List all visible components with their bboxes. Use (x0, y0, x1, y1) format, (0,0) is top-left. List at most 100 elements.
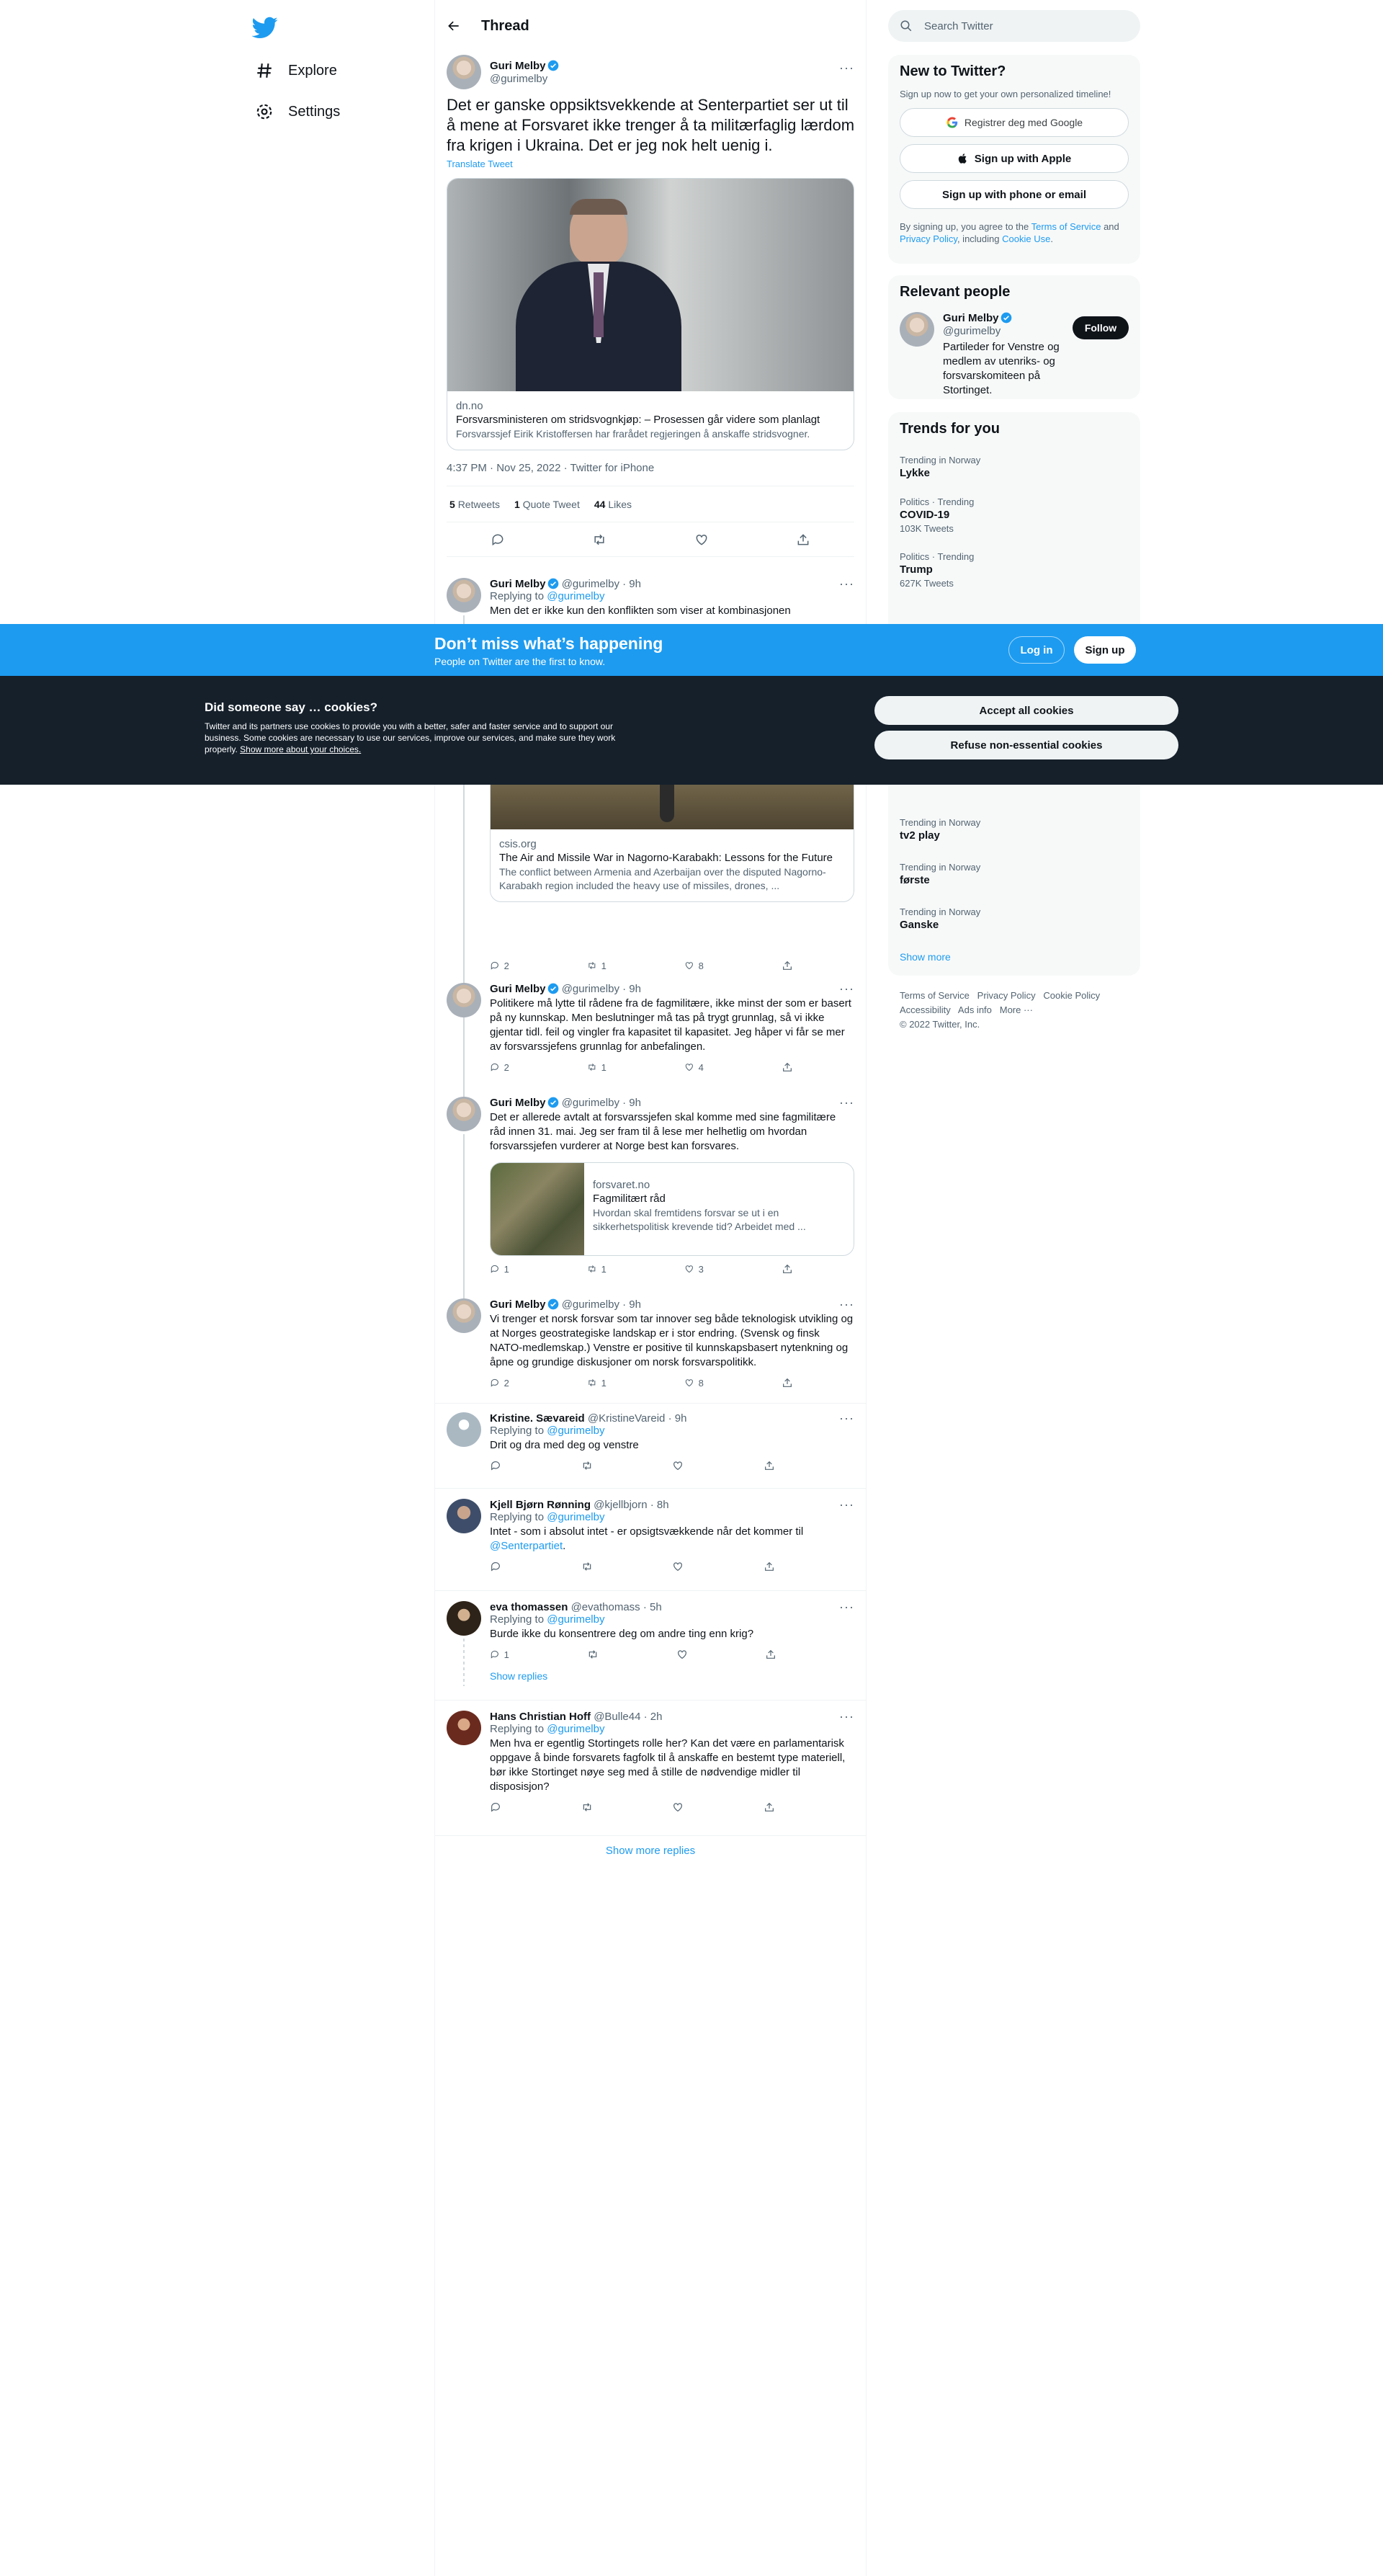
author-handle[interactable]: @KristineVareid (588, 1412, 666, 1425)
tweet-time[interactable]: · 5h (643, 1601, 662, 1613)
footer-more-link[interactable]: More ··· (1000, 1004, 1033, 1015)
author-handle[interactable]: @gurimelby (562, 983, 619, 995)
like-icon[interactable] (694, 532, 709, 547)
twitter-logo-icon[interactable] (252, 14, 278, 40)
signup-button[interactable]: Sign up (1074, 636, 1136, 664)
apple-signup-button[interactable]: Sign up with Apple (900, 144, 1129, 173)
privacy-link[interactable]: Privacy Policy (900, 233, 957, 244)
author-handle[interactable]: @evathomass (571, 1601, 640, 1613)
thread-reply-3[interactable]: Guri Melby @gurimelby · 9h Det er allere… (435, 1088, 866, 1314)
cookie-use-link[interactable]: Cookie Use (1002, 233, 1050, 244)
share-icon[interactable] (796, 532, 810, 547)
refuse-cookies-button[interactable]: Refuse non-essential cookies (874, 731, 1178, 759)
avatar[interactable] (447, 1412, 481, 1447)
retweets-stat[interactable]: 5 Retweets (449, 499, 500, 510)
tweet-time[interactable]: · 2h (644, 1711, 663, 1723)
author-handle[interactable]: @gurimelby (562, 578, 619, 590)
retweet-button[interactable] (581, 1801, 673, 1813)
like-button[interactable] (672, 1801, 764, 1813)
like-button[interactable] (672, 1460, 764, 1471)
footer-ads-link[interactable]: Ads info (958, 1004, 992, 1015)
more-options-icon[interactable]: ··· (839, 1497, 854, 1512)
footer-accessibility-link[interactable]: Accessibility (900, 1004, 951, 1015)
tweet-time[interactable]: · 9h (622, 983, 641, 995)
translate-link[interactable]: Translate Tweet (447, 159, 854, 169)
reply-hans[interactable]: Hans Christian Hoff @Bulle44 · 2h Replyi… (435, 1702, 866, 1836)
avatar[interactable] (447, 1601, 481, 1636)
more-options-icon[interactable]: ··· (839, 576, 854, 592)
trend-item[interactable]: Politics · Trending Trump 627K Tweets (888, 543, 1140, 597)
more-options-icon[interactable]: ··· (839, 1709, 854, 1724)
reply-button[interactable]: 1 (490, 1263, 587, 1275)
like-button[interactable]: 8 (684, 960, 782, 971)
replying-mention[interactable]: @gurimelby (547, 1723, 604, 1735)
relevant-name[interactable]: Guri Melby (943, 312, 999, 324)
accept-cookies-button[interactable]: Accept all cookies (874, 696, 1178, 725)
avatar[interactable] (447, 1499, 481, 1533)
avatar[interactable] (447, 1711, 481, 1745)
author-name[interactable]: Guri Melby (490, 578, 546, 590)
more-options-icon[interactable]: ··· (839, 1411, 854, 1426)
reply-button[interactable]: 2 (490, 1377, 587, 1389)
login-button[interactable]: Log in (1008, 636, 1065, 664)
avatar[interactable] (447, 1097, 481, 1131)
trend-item[interactable]: Trending in Norway første (888, 853, 992, 895)
quotes-stat[interactable]: 1 Quote Tweet (514, 499, 580, 510)
replying-mention[interactable]: @gurimelby (547, 1511, 604, 1523)
reply-kjell[interactable]: Kjell Bjørn Rønning @kjellbjorn · 8h Rep… (435, 1490, 866, 1591)
link-card[interactable]: dn.no Forsvarsministeren om stridsvognkj… (447, 178, 854, 450)
reply-button[interactable]: 2 (490, 1061, 587, 1073)
footer-tos-link[interactable]: Terms of Service (900, 990, 970, 1001)
author-handle[interactable]: @gurimelby (562, 1097, 619, 1109)
author-handle[interactable]: @gurimelby (562, 1298, 619, 1311)
retweet-button[interactable] (581, 1460, 673, 1471)
retweet-button[interactable]: 1 (587, 1377, 684, 1389)
more-options-icon[interactable]: ··· (839, 1600, 854, 1615)
reply-kristine[interactable]: Kristine. Sævareid @KristineVareid · 9h … (435, 1404, 866, 1489)
retweet-button[interactable]: 1 (587, 1263, 684, 1275)
thread-reply-4[interactable]: Guri Melby @gurimelby · 9h Vi trenger et… (435, 1290, 866, 1404)
show-more-trends-link[interactable]: Show more (900, 951, 951, 963)
retweet-button[interactable] (587, 1649, 676, 1660)
author-name[interactable]: eva thomassen (490, 1601, 568, 1613)
thread-reply-2[interactable]: Guri Melby @gurimelby · 9h Politikere må… (435, 974, 866, 1100)
reply-icon[interactable] (491, 532, 505, 547)
show-replies-link[interactable]: Show replies (490, 1670, 854, 1682)
reply-button[interactable] (490, 1561, 581, 1572)
link-card[interactable]: forsvaret.no Fagmilitært råd Hvordan ska… (490, 1162, 854, 1256)
google-signup-button[interactable]: Registrer deg med Google (900, 108, 1129, 137)
show-more-replies-link[interactable]: Show more replies (435, 1845, 866, 1857)
replying-mention[interactable]: @gurimelby (547, 590, 604, 602)
more-options-icon[interactable]: ··· (839, 981, 854, 997)
footer-privacy-link[interactable]: Privacy Policy (977, 990, 1036, 1001)
share-button[interactable] (764, 1801, 855, 1813)
share-button[interactable] (764, 1561, 855, 1572)
avatar[interactable] (447, 578, 481, 612)
author-name[interactable]: Guri Melby (490, 1298, 546, 1311)
retweet-button[interactable]: 1 (587, 1061, 684, 1073)
reply-button[interactable]: 1 (490, 1649, 587, 1660)
share-button[interactable] (782, 1263, 854, 1275)
trend-item[interactable]: Politics · Trending COVID-19 103K Tweets (888, 488, 1140, 543)
cookie-choices-link[interactable]: Show more about your choices. (240, 744, 361, 754)
mention-link[interactable]: @Senterpartiet (490, 1540, 563, 1552)
replying-mention[interactable]: @gurimelby (547, 1613, 604, 1626)
phone-email-signup-button[interactable]: Sign up with phone or email (900, 180, 1129, 209)
likes-stat[interactable]: 44 Likes (594, 499, 632, 510)
avatar[interactable] (900, 312, 934, 347)
nav-explore[interactable]: Explore (255, 56, 337, 85)
avatar[interactable] (447, 55, 481, 89)
reply-eva[interactable]: eva thomassen @evathomass · 5h Replying … (435, 1592, 866, 1701)
tweet-time[interactable]: · 9h (622, 1097, 641, 1109)
share-button[interactable] (782, 1061, 854, 1073)
author-name[interactable]: Hans Christian Hoff (490, 1711, 591, 1723)
avatar[interactable] (447, 983, 481, 1017)
more-options-icon[interactable]: ··· (839, 61, 854, 76)
tweet-time[interactable]: · 8h (650, 1499, 669, 1511)
share-button[interactable] (782, 1377, 854, 1389)
more-options-icon[interactable]: ··· (839, 1095, 854, 1110)
avatar[interactable] (447, 1298, 481, 1333)
tweet-time[interactable]: · 9h (622, 1298, 641, 1311)
like-button[interactable]: 8 (684, 1377, 782, 1389)
nav-settings[interactable]: Settings (255, 97, 340, 126)
